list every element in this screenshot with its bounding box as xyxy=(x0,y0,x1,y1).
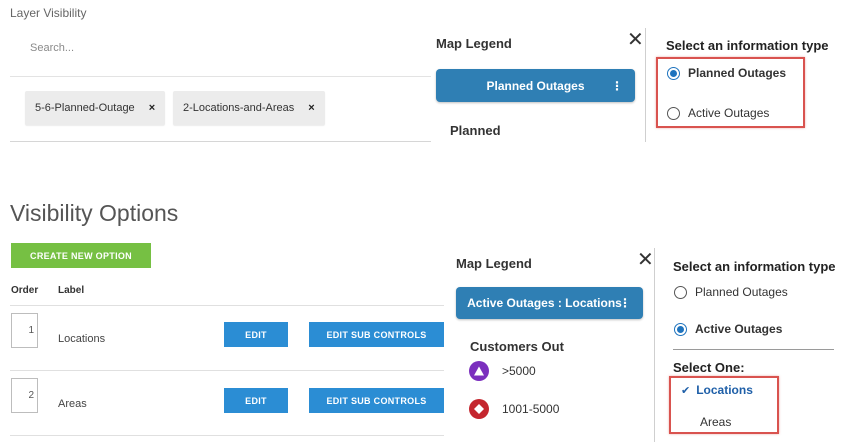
order-input[interactable]: 1 xyxy=(11,313,38,348)
chip-remove-icon[interactable]: × xyxy=(149,102,155,114)
radio-active-outages[interactable]: Active Outages xyxy=(667,106,769,120)
edit-button[interactable]: EDIT xyxy=(224,322,288,347)
checkmark-icon: ✔ xyxy=(681,384,691,397)
legend-layer-button[interactable]: Active Outages : Locations ⋮ xyxy=(456,287,643,319)
edit-sub-controls-button[interactable]: EDIT SUB CONTROLS xyxy=(309,388,444,413)
more-vertical-icon[interactable]: ⋮ xyxy=(611,79,623,93)
map-legend-title: Map Legend xyxy=(436,36,512,51)
layer-search-input[interactable]: Search... xyxy=(30,42,74,54)
legend-item: >5000 xyxy=(469,361,536,381)
triangle-icon xyxy=(469,361,489,381)
order-input[interactable]: 2 xyxy=(11,378,38,413)
divider xyxy=(10,435,444,436)
divider xyxy=(673,349,834,350)
diamond-icon xyxy=(469,399,489,419)
divider xyxy=(10,76,431,77)
select-one-label: Select One: xyxy=(673,360,745,375)
legend-item-label: 1001-5000 xyxy=(502,402,560,416)
radio-unselected-icon xyxy=(667,106,680,120)
row-label: Areas xyxy=(58,398,87,410)
legend-section-heading: Customers Out xyxy=(470,339,564,354)
chip-label: 2-Locations-and-Areas xyxy=(183,102,295,114)
close-icon[interactable]: ✕ xyxy=(627,30,644,50)
divider xyxy=(10,305,444,306)
divider xyxy=(10,370,444,371)
layer-visibility-title: Layer Visibility xyxy=(10,6,87,20)
chip-remove-icon[interactable]: × xyxy=(308,102,314,114)
chip-label: 5-6-Planned-Outage xyxy=(35,102,135,114)
radio-label: Active Outages xyxy=(688,106,770,120)
close-icon[interactable]: ✕ xyxy=(637,250,654,270)
column-header-label: Label xyxy=(58,285,85,296)
legend-button-label: Planned Outages xyxy=(486,78,585,93)
radio-label: Planned Outages xyxy=(688,66,787,80)
map-legend-title: Map Legend xyxy=(456,256,532,271)
row-label: Locations xyxy=(58,333,106,345)
legend-layer-button[interactable]: Planned Outages ⋮ xyxy=(436,69,635,102)
choice-label: Locations xyxy=(696,383,753,397)
radio-planned-outages[interactable]: Planned Outages xyxy=(674,285,788,299)
radio-label: Active Outages xyxy=(695,322,783,336)
layer-chip: 2-Locations-and-Areas × xyxy=(173,91,325,125)
create-new-option-button[interactable]: CREATE NEW OPTION xyxy=(11,243,151,268)
radio-selected-icon xyxy=(667,66,680,80)
info-type-title: Select an information type xyxy=(666,38,829,53)
column-header-order: Order xyxy=(11,285,39,296)
radio-active-outages[interactable]: Active Outages xyxy=(674,322,782,336)
edit-button[interactable]: EDIT xyxy=(224,388,288,413)
divider xyxy=(645,28,646,142)
radio-planned-outages[interactable]: Planned Outages xyxy=(667,66,786,80)
legend-item: 1001-5000 xyxy=(469,399,559,419)
legend-section-heading: Planned xyxy=(450,123,501,138)
choice-areas[interactable]: Areas xyxy=(700,415,731,429)
legend-item-label: >5000 xyxy=(502,364,536,378)
radio-selected-icon xyxy=(674,322,687,336)
radio-label: Planned Outages xyxy=(695,285,788,299)
choice-label: Areas xyxy=(700,415,732,429)
legend-button-label: Active Outages : Locations xyxy=(467,296,622,310)
divider xyxy=(654,248,655,442)
info-type-title: Select an information type xyxy=(673,259,836,274)
more-vertical-icon[interactable]: ⋮ xyxy=(619,296,631,310)
edit-sub-controls-button[interactable]: EDIT SUB CONTROLS xyxy=(309,322,444,347)
choice-locations[interactable]: ✔ Locations xyxy=(681,383,753,397)
layer-chip: 5-6-Planned-Outage × xyxy=(25,91,166,125)
radio-unselected-icon xyxy=(674,285,687,299)
page-title: Visibility Options xyxy=(10,200,179,226)
